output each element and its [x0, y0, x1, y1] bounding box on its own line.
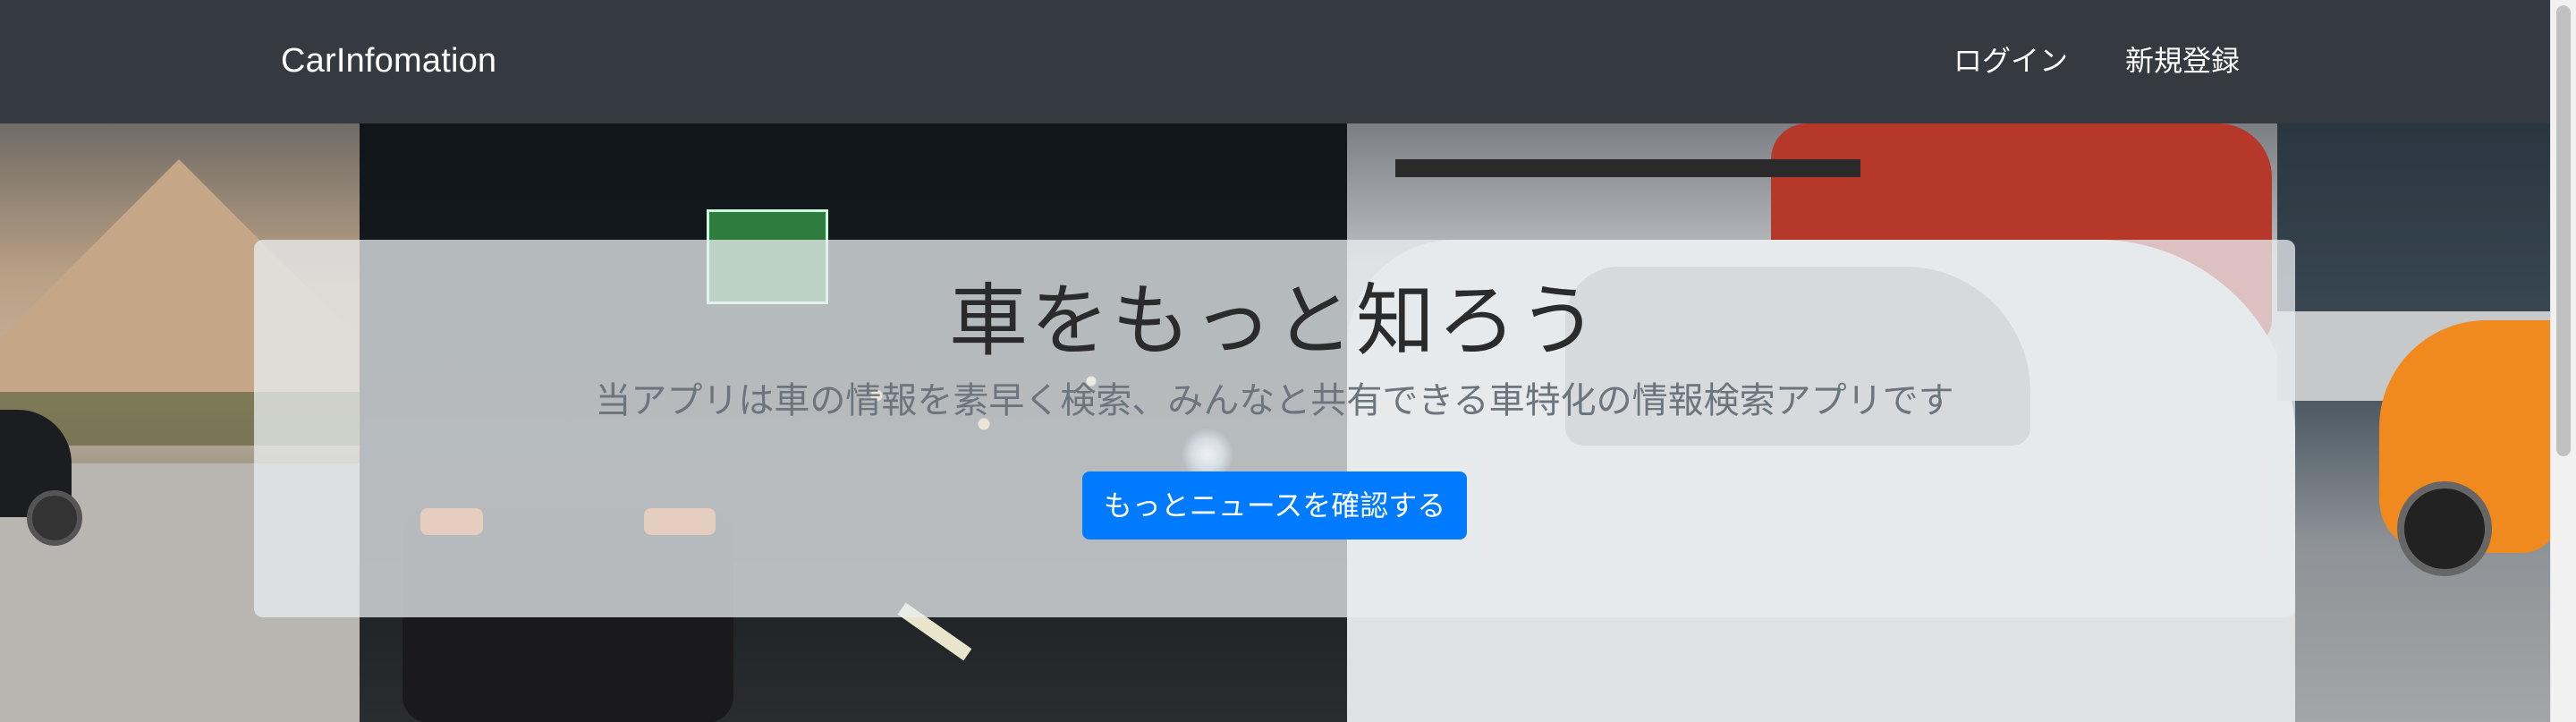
- login-link[interactable]: ログイン: [1953, 39, 2068, 82]
- vertical-scrollbar[interactable]: [2550, 0, 2576, 722]
- orange-car-wheel-shape: [2397, 481, 2492, 576]
- news-button[interactable]: もっとニュースを確認する: [1082, 471, 1467, 539]
- scrollbar-thumb[interactable]: [2556, 5, 2571, 456]
- page: CarInfomation ログイン 新規登録 車をもっと知ろう 当アプリは車の…: [0, 0, 2576, 722]
- brand-logo[interactable]: CarInfomation: [281, 39, 496, 82]
- nav-links: ログイン 新規登録: [1953, 39, 2240, 82]
- wheel-shape: [27, 490, 82, 546]
- roof-rack-shape: [1395, 159, 1860, 177]
- top-navbar: CarInfomation ログイン 新規登録: [0, 0, 2551, 123]
- hero-lead-text: 当アプリは車の情報を素早く検索、みんなと共有できる車特化の情報検索アプリです: [595, 380, 1954, 421]
- signup-link[interactable]: 新規登録: [2125, 39, 2240, 82]
- jumbotron: 車をもっと知ろう 当アプリは車の情報を素早く検索、みんなと共有できる車特化の情報…: [254, 240, 2295, 617]
- hero-title: 車をもっと知ろう: [948, 275, 1600, 367]
